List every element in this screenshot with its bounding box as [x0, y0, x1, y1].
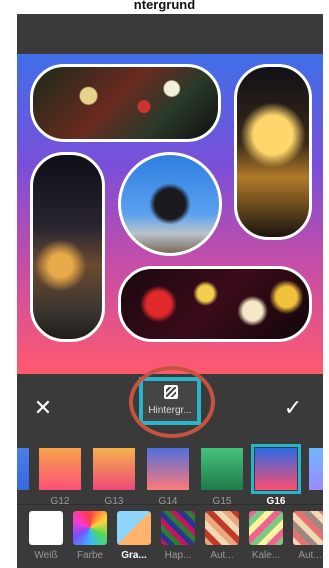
background-category-row: Weiß Farbe Gra... Hap... Aut... Kale... Aut... — [17, 507, 323, 567]
gradient-swatch-g13[interactable] — [93, 448, 135, 490]
collage-photo-market-street[interactable] — [30, 152, 105, 342]
top-bar — [17, 14, 323, 54]
gradient-swatch-label: G — [309, 496, 323, 507]
collage-photo-star-lanterns[interactable] — [118, 266, 312, 342]
gradient-swatch-row: G12 G13 G14 G15 G16 G — [17, 444, 323, 507]
background-editor-panel: ✕ Hintergr... ✓ G12 G13 G14 G15 G16 G Weiß Far… — [17, 366, 323, 568]
gradient-swatch-label: G15 — [212, 496, 232, 507]
category-label: Kale... — [251, 550, 281, 561]
collage-photo-market-stall[interactable] — [30, 64, 221, 142]
background-pattern-icon — [164, 385, 178, 399]
gradient-swatch-g12[interactable] — [39, 448, 81, 490]
collage-photo-christmas-pyramid[interactable] — [234, 64, 312, 240]
page-caption: ntergrund — [133, 0, 196, 12]
category-label: Weiß — [34, 550, 58, 561]
category-label: Farbe — [76, 550, 104, 561]
category-label: Aut... — [298, 550, 322, 561]
category-label: Hap... — [164, 550, 192, 561]
gradient-grid-icon[interactable] — [117, 511, 151, 545]
editor-toolbar: ✕ Hintergr... ✓ — [17, 366, 323, 438]
category-label: Aut... — [210, 550, 234, 561]
gradient-swatch-g[interactable] — [309, 448, 323, 490]
pattern-calendar-icon[interactable] — [249, 511, 283, 545]
gradient-swatch-label: G13 — [104, 496, 124, 507]
gradient-swatch-g14[interactable] — [147, 448, 189, 490]
background-tool-label: Hintergr... — [148, 405, 192, 416]
screenshot-page: ntergrund ✕ Hintergr... ✓ G12 G13 G14 G1… — [0, 0, 329, 568]
check-icon: ✓ — [283, 395, 303, 420]
gradient-swatch-label: G14 — [158, 496, 178, 507]
gradient-swatch-partial[interactable] — [17, 448, 29, 490]
confirm-button[interactable]: ✓ — [281, 396, 305, 420]
close-button[interactable]: ✕ — [31, 396, 55, 420]
white-swatch-icon[interactable] — [29, 511, 63, 545]
pattern-autumn-icon[interactable] — [205, 511, 239, 545]
gradient-swatch-g15[interactable] — [201, 448, 243, 490]
close-icon: ✕ — [33, 395, 53, 420]
gradient-swatch-label: G16 — [266, 496, 286, 507]
gradient-swatch-label: G12 — [50, 496, 70, 507]
collage-canvas — [17, 54, 323, 374]
color-wheel-icon[interactable] — [73, 511, 107, 545]
pattern-autumn-2-icon[interactable] — [293, 511, 323, 545]
background-tool-button[interactable]: Hintergr... — [139, 377, 201, 425]
phone-screen: ✕ Hintergr... ✓ G12 G13 G14 G15 G16 G Weiß Far… — [17, 14, 323, 568]
selected-swatch-outline — [251, 444, 301, 494]
pattern-happy-icon[interactable] — [161, 511, 195, 545]
category-label: Gra... — [121, 550, 147, 561]
collage-photo-statue[interactable] — [118, 152, 222, 256]
row-divider — [17, 504, 323, 505]
